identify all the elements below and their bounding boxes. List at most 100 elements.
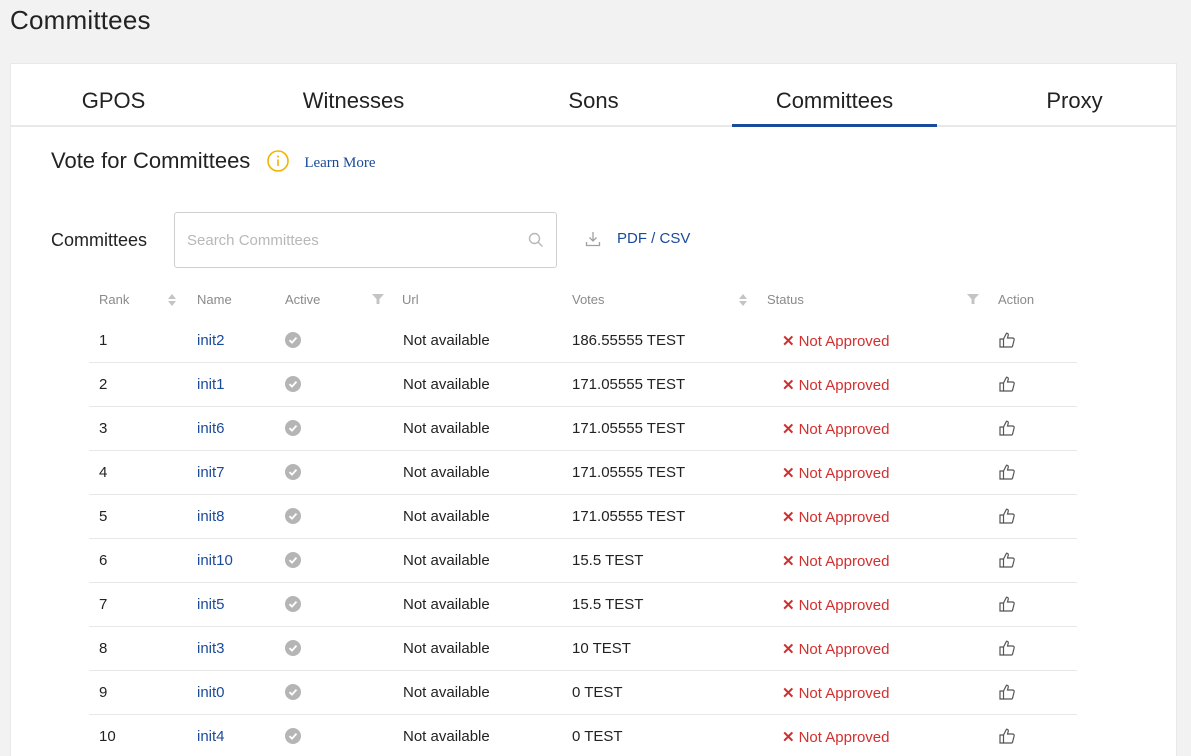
status-badge: ✕ Not Approved — [782, 420, 889, 438]
not-approved-icon: ✕ — [782, 597, 795, 614]
table-row: 9 init0 Not available 0 TEST ✕ Not Approv… — [89, 671, 1077, 715]
tab-sons[interactable]: Sons — [491, 64, 696, 127]
tab-gpos[interactable]: GPOS — [11, 64, 216, 127]
status-badge: ✕ Not Approved — [782, 376, 889, 394]
active-status-icon — [285, 376, 301, 392]
committee-name-link[interactable]: init8 — [197, 508, 225, 525]
votes-cell: 15.5 TEST — [572, 596, 644, 613]
export-label: PDF / CSV — [617, 230, 691, 247]
committee-name-link[interactable]: init0 — [197, 684, 225, 701]
column-status[interactable]: Status — [767, 292, 804, 307]
rank-cell: 9 — [99, 684, 108, 701]
table-row: 1 init2 Not available 186.55555 TEST ✕ No… — [89, 319, 1077, 363]
thumbs-up-icon[interactable] — [998, 507, 1016, 525]
active-status-icon — [285, 552, 301, 568]
rank-cell: 4 — [99, 464, 108, 481]
tab-committees[interactable]: Committees — [732, 64, 937, 127]
committee-name-link[interactable]: init10 — [197, 552, 233, 569]
url-cell: Not available — [403, 464, 490, 481]
rank-cell: 1 — [99, 332, 108, 349]
section-title: Vote for Committees — [51, 148, 251, 173]
active-status-icon — [285, 420, 301, 436]
url-cell: Not available — [403, 552, 490, 569]
committee-name-link[interactable]: init2 — [197, 332, 225, 349]
url-cell: Not available — [403, 596, 490, 613]
search-icon[interactable] — [528, 232, 544, 248]
url-cell: Not available — [403, 376, 490, 393]
search-box — [174, 212, 557, 268]
thumbs-up-icon[interactable] — [998, 375, 1016, 393]
column-action: Action — [998, 292, 1035, 307]
not-approved-icon: ✕ — [782, 685, 795, 702]
committee-name-link[interactable]: init7 — [197, 464, 225, 481]
committee-name-link[interactable]: init1 — [197, 376, 225, 393]
export-button[interactable]: PDF / CSV — [585, 230, 690, 247]
tab-proxy[interactable]: Proxy — [972, 64, 1177, 127]
committee-name-link[interactable]: init3 — [197, 640, 225, 657]
table-row: 5 init8 Not available 171.05555 TEST ✕ No… — [89, 495, 1077, 539]
url-cell: Not available — [403, 640, 490, 657]
committee-name-link[interactable]: init4 — [197, 728, 225, 745]
rank-cell: 8 — [99, 640, 108, 657]
rank-cell: 5 — [99, 508, 108, 525]
votes-cell: 0 TEST — [572, 684, 623, 701]
thumbs-up-icon[interactable] — [998, 463, 1016, 481]
rank-cell: 10 — [99, 728, 116, 745]
status-label: Not Approved — [798, 597, 890, 614]
status-badge: ✕ Not Approved — [782, 332, 889, 350]
status-badge: ✕ Not Approved — [782, 596, 889, 614]
votes-cell: 10 TEST — [572, 640, 631, 657]
votes-cell: 186.55555 TEST — [572, 332, 686, 349]
active-status-icon — [285, 728, 301, 744]
column-rank[interactable]: Rank — [99, 292, 129, 307]
status-badge: ✕ Not Approved — [782, 508, 889, 526]
committee-name-link[interactable]: init6 — [197, 420, 225, 437]
tab-witnesses[interactable]: Witnesses — [251, 64, 456, 127]
thumbs-up-icon[interactable] — [998, 551, 1016, 569]
status-badge: ✕ Not Approved — [782, 464, 889, 482]
download-icon — [585, 231, 601, 246]
sort-votes-icon[interactable] — [738, 292, 748, 308]
votes-cell: 171.05555 TEST — [572, 376, 686, 393]
column-url[interactable]: Url — [402, 292, 419, 307]
column-name[interactable]: Name — [197, 292, 232, 307]
not-approved-icon: ✕ — [782, 509, 795, 526]
active-status-icon — [285, 464, 301, 480]
not-approved-icon: ✕ — [782, 553, 795, 570]
not-approved-icon: ✕ — [782, 729, 795, 746]
active-status-icon — [285, 332, 301, 348]
status-badge: ✕ Not Approved — [782, 728, 889, 746]
thumbs-up-icon[interactable] — [998, 595, 1016, 613]
status-label: Not Approved — [798, 509, 890, 526]
status-label: Not Approved — [798, 333, 890, 350]
rank-cell: 2 — [99, 376, 108, 393]
url-cell: Not available — [403, 508, 490, 525]
table-row: 2 init1 Not available 171.05555 TEST ✕ No… — [89, 363, 1077, 407]
thumbs-up-icon[interactable] — [998, 639, 1016, 657]
not-approved-icon: ✕ — [782, 377, 795, 394]
votes-cell: 171.05555 TEST — [572, 420, 686, 437]
status-label: Not Approved — [798, 641, 890, 658]
thumbs-up-icon[interactable] — [998, 683, 1016, 701]
search-input[interactable] — [187, 213, 517, 267]
sort-rank-icon[interactable] — [167, 292, 177, 308]
status-label: Not Approved — [798, 421, 890, 438]
info-icon[interactable] — [266, 149, 290, 173]
thumbs-up-icon[interactable] — [998, 419, 1016, 437]
status-badge: ✕ Not Approved — [782, 552, 889, 570]
status-badge: ✕ Not Approved — [782, 640, 889, 658]
filter-status-icon[interactable] — [967, 293, 979, 305]
status-label: Not Approved — [798, 685, 890, 702]
thumbs-up-icon[interactable] — [998, 331, 1016, 349]
column-active[interactable]: Active — [285, 292, 320, 307]
committee-table-body: 1 init2 Not available 186.55555 TEST ✕ No… — [89, 319, 1077, 756]
votes-cell: 171.05555 TEST — [572, 508, 686, 525]
table-header: Rank Name Active Url Votes Status Action — [89, 290, 1077, 310]
learn-more-link[interactable]: Learn More — [304, 155, 375, 172]
committee-name-link[interactable]: init5 — [197, 596, 225, 613]
column-votes[interactable]: Votes — [572, 292, 605, 307]
thumbs-up-icon[interactable] — [998, 727, 1016, 745]
status-label: Not Approved — [798, 465, 890, 482]
filter-active-icon[interactable] — [372, 293, 384, 305]
page-title: Committees — [10, 5, 151, 35]
